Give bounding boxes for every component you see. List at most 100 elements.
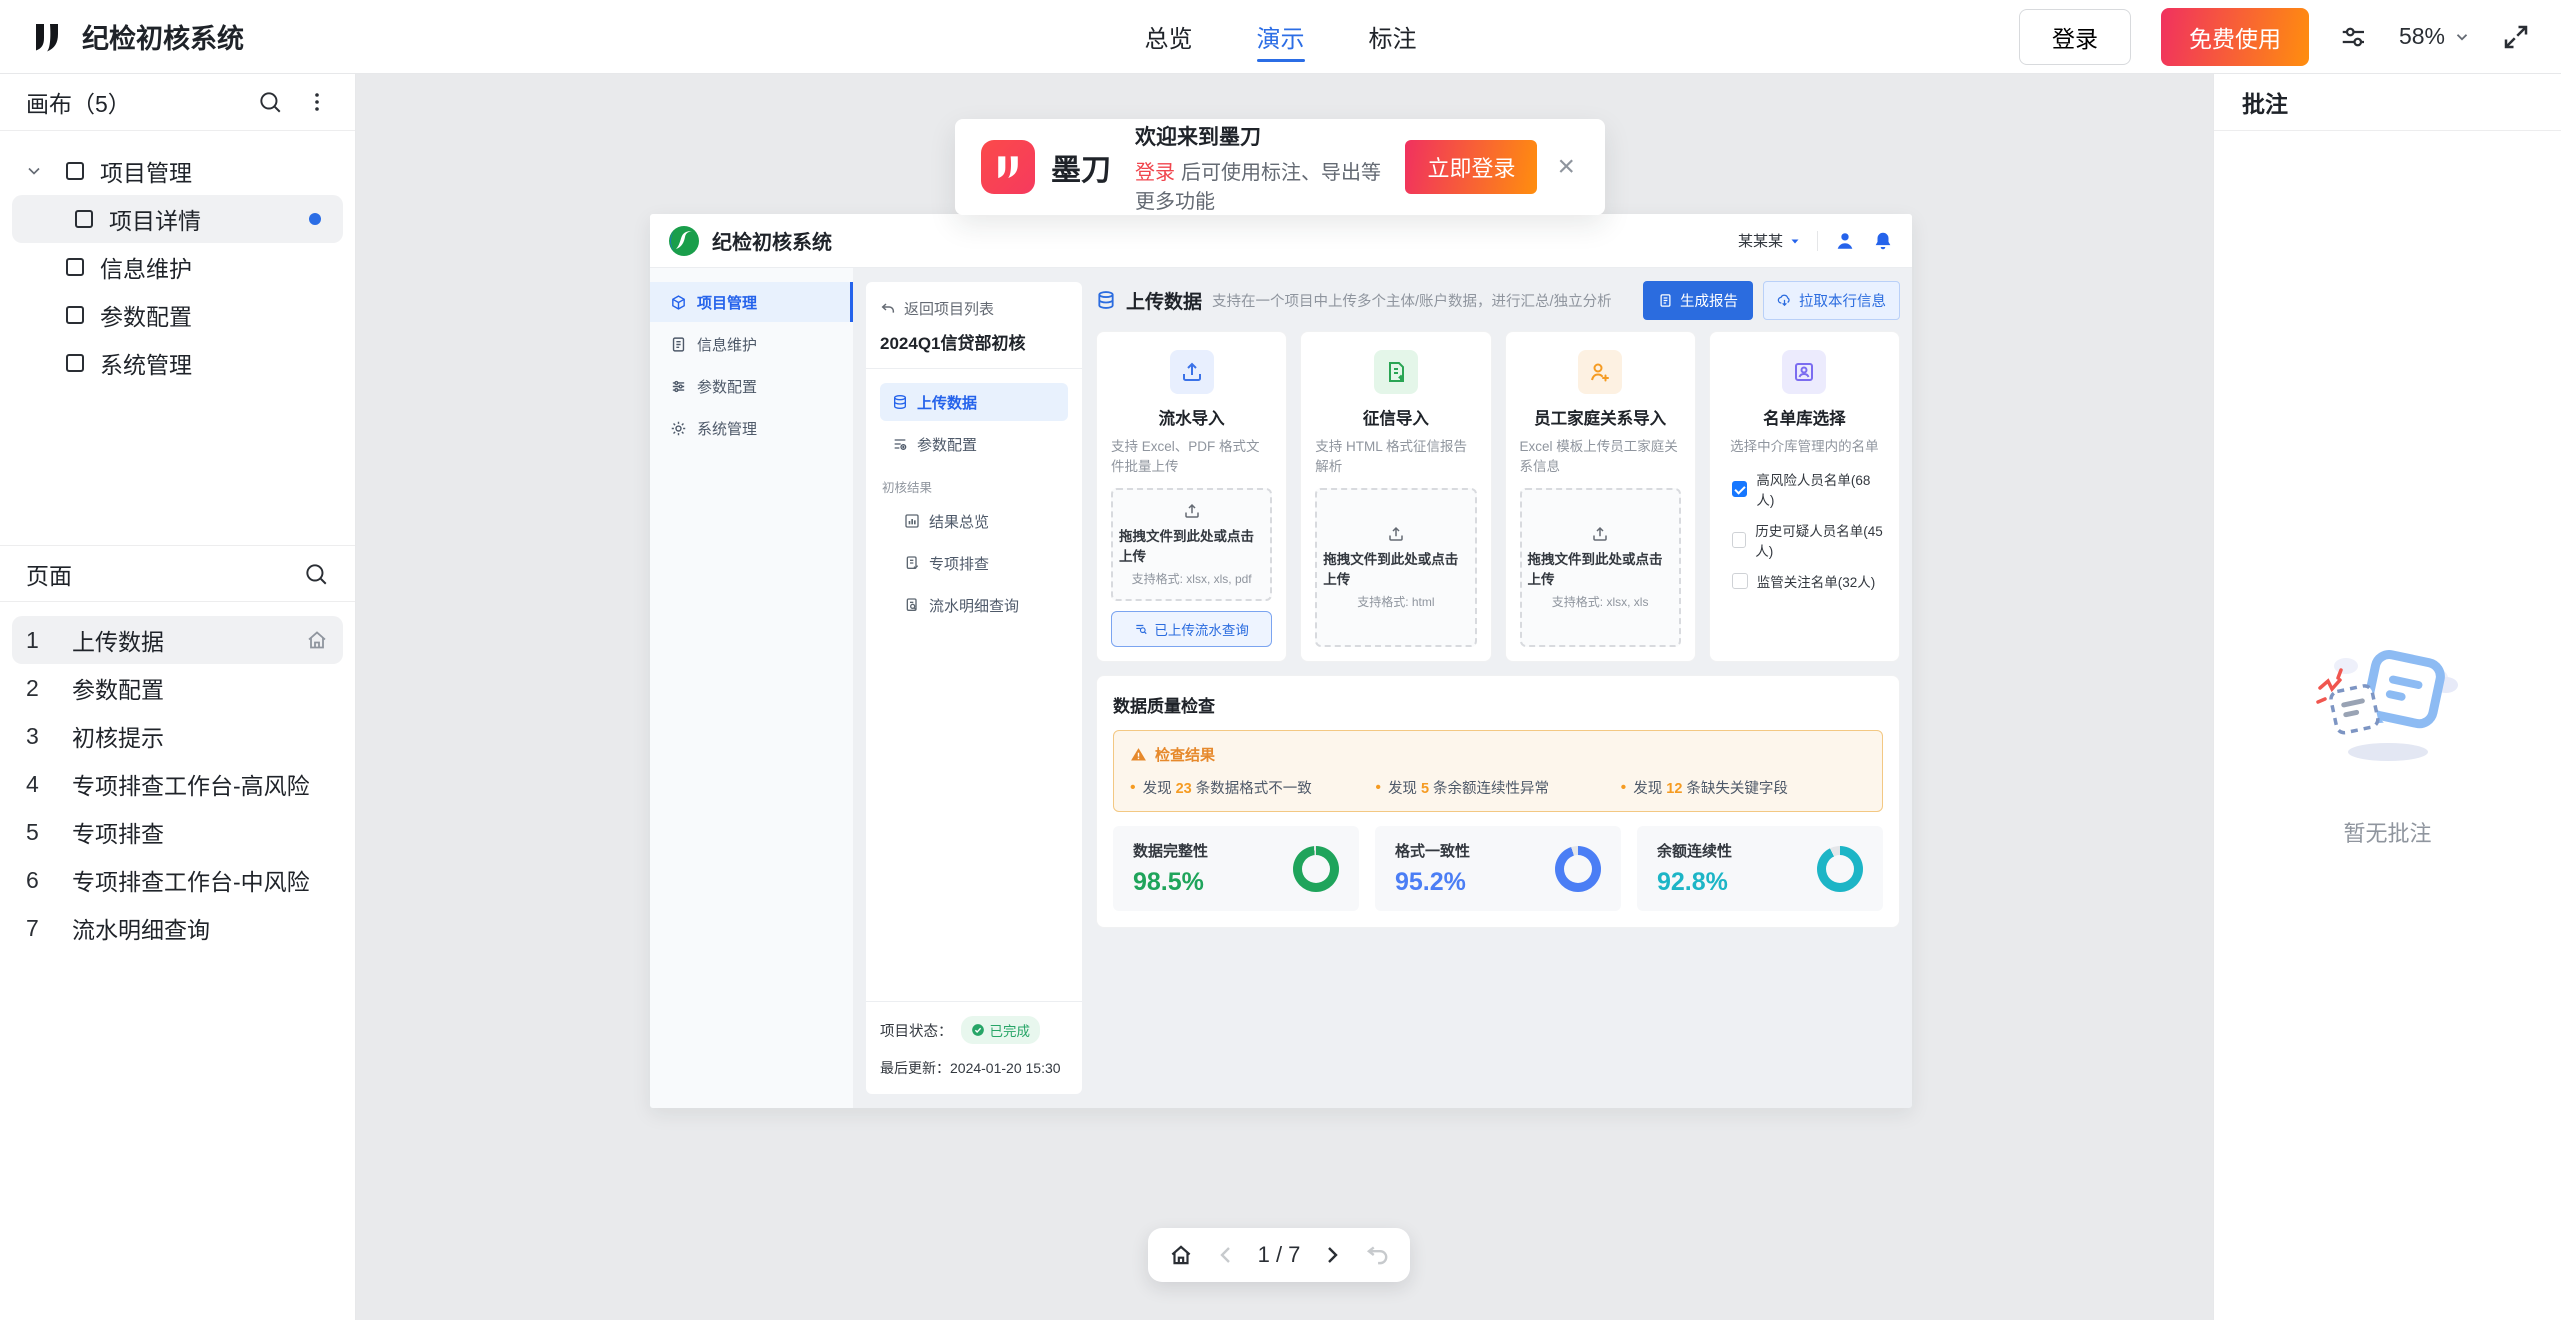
tree-item-info-maintenance[interactable]: 信息维护 <box>12 243 343 291</box>
project-status-label: 项目状态： <box>880 1020 953 1041</box>
uploaded-flow-query-button[interactable]: 已上传流水查询 <box>1111 611 1272 647</box>
project-menu-flow-detail-query[interactable]: 流水明细查询 <box>892 586 1068 624</box>
preview-app-header: 纪检初核系统 某某某 <box>650 214 1912 268</box>
upload-card-list-library: 名单库选择 选择中介库管理内的名单 高风险人员名单(68人) 历史可疑人员名单(… <box>1709 331 1900 662</box>
app-nav-project-management[interactable]: 项目管理 <box>650 282 853 322</box>
document-icon <box>670 336 687 353</box>
metric-format-consistency: 格式一致性 95.2% <box>1375 826 1621 911</box>
user-dropdown[interactable]: 某某某 <box>1738 230 1801 251</box>
document-search-icon <box>904 597 920 613</box>
user-avatar-icon[interactable] <box>1834 230 1856 252</box>
dropzone-credit[interactable]: 拖拽文件到此处或点击上传 支持格式: html <box>1315 488 1476 647</box>
zoom-level-dropdown[interactable]: 58% <box>2399 23 2471 50</box>
checkbox-high-risk-list[interactable]: 高风险人员名单(68人) <box>1732 469 1885 509</box>
chevron-down-icon <box>2453 28 2471 46</box>
upload-card-flow-import: 流水导入 支持 Excel、PDF 格式文件批量上传 拖拽文件到此处或点击上传 … <box>1096 331 1287 662</box>
prototype-preview: 纪检初核系统 某某某 项目管理 信息维护 <box>650 214 1912 1108</box>
notification-bell-icon[interactable] <box>1872 230 1894 252</box>
settings-sliders-icon[interactable] <box>2339 22 2369 52</box>
page-item-3[interactable]: 3 初核提示 <box>12 712 343 760</box>
tab-annotate[interactable]: 标注 <box>1369 0 1417 74</box>
app-title: 纪检初核系统 <box>82 17 244 56</box>
canvas-sidebar: 画布（5） 项目管理 项目详情 <box>0 74 356 1320</box>
back-to-project-list[interactable]: 返回项目列表 <box>880 298 1068 319</box>
page-item-2[interactable]: 2 参数配置 <box>12 664 343 712</box>
checkbox-history-suspect-list[interactable]: 历史可疑人员名单(45人) <box>1732 520 1885 560</box>
checkbox-icon[interactable] <box>1732 573 1748 589</box>
view-tabs: 总览 演示 标注 <box>1145 0 1417 74</box>
upload-tray-icon <box>1170 350 1214 394</box>
page-item-7[interactable]: 7 流水明细查询 <box>12 904 343 952</box>
canvas-tree: 项目管理 项目详情 信息维护 参数配置 系统管理 <box>0 131 355 387</box>
upload-icon <box>1183 502 1201 520</box>
search-icon[interactable] <box>257 89 283 115</box>
free-use-button[interactable]: 免费使用 <box>2161 8 2309 66</box>
last-updated: 最后更新：2024-01-20 15:30 <box>880 1058 1068 1078</box>
project-panel: 返回项目列表 2024Q1信贷部初核 上传数据 参数配置 初核结果 <box>866 282 1082 1094</box>
database-icon <box>892 394 908 410</box>
checkbox-checked-icon[interactable] <box>1732 481 1748 497</box>
list-search-icon <box>1134 622 1148 636</box>
app-nav-parameter-config[interactable]: 参数配置 <box>650 366 853 406</box>
project-menu-special-check[interactable]: 专项排查 <box>892 544 1068 582</box>
upload-card-credit-import: 征信导入 支持 HTML 格式征信报告解析 拖拽文件到此处或点击上传 支持格式:… <box>1300 331 1491 662</box>
app-nav-system-management[interactable]: 系统管理 <box>650 408 853 448</box>
artboard-icon <box>63 351 87 375</box>
project-menu-upload-data[interactable]: 上传数据 <box>880 383 1068 421</box>
restart-icon[interactable] <box>1364 1242 1390 1268</box>
finding-balance-continuity: • 发现5条余额连续性异常 <box>1375 777 1620 798</box>
cube-icon <box>670 294 687 311</box>
tab-overview[interactable]: 总览 <box>1145 0 1193 74</box>
checkbox-icon[interactable] <box>1732 532 1746 548</box>
page-item-1[interactable]: 1 上传数据 <box>12 616 343 664</box>
checkbox-regulator-watch-list[interactable]: 监管关注名单(32人) <box>1732 571 1876 591</box>
page-item-4[interactable]: 4 专项排查工作台-高风险 <box>12 760 343 808</box>
app-nav-info-maintenance[interactable]: 信息维护 <box>650 324 853 364</box>
preview-app-title: 纪检初核系统 <box>712 226 832 255</box>
person-add-icon <box>1578 350 1622 394</box>
next-page-icon[interactable] <box>1320 1243 1344 1267</box>
artboard-icon <box>72 207 96 231</box>
login-now-button[interactable]: 立即登录 <box>1405 140 1537 194</box>
pages-title: 页面 <box>26 557 72 591</box>
annotation-title: 批注 <box>2214 74 2561 131</box>
tree-item-parameter-config[interactable]: 参数配置 <box>12 291 343 339</box>
fetch-bank-info-button[interactable]: 拉取本行信息 <box>1763 281 1900 320</box>
caret-down-icon <box>1789 235 1801 247</box>
dropzone-family[interactable]: 拖拽文件到此处或点击上传 支持格式: xlsx, xls <box>1520 488 1681 647</box>
tree-item-project-detail[interactable]: 项目详情 <box>12 195 343 243</box>
close-icon[interactable]: × <box>1553 150 1579 184</box>
finding-missing-fields: • 发现12条缺失关键字段 <box>1621 777 1866 798</box>
project-menu-result-overview[interactable]: 结果总览 <box>892 502 1068 540</box>
section-title: 上传数据 <box>1126 287 1202 314</box>
tab-demo[interactable]: 演示 <box>1257 0 1305 74</box>
home-icon[interactable] <box>1168 1242 1194 1268</box>
fullscreen-icon[interactable] <box>2501 22 2531 52</box>
dropzone-flow[interactable]: 拖拽文件到此处或点击上传 支持格式: xlsx, xls, pdf <box>1111 488 1272 601</box>
generate-report-button[interactable]: 生成报告 <box>1643 281 1753 320</box>
project-menu-parameter-config[interactable]: 参数配置 <box>880 425 1068 463</box>
page-item-5[interactable]: 5 专项排查 <box>12 808 343 856</box>
search-icon[interactable] <box>303 561 329 587</box>
more-kebab-icon[interactable] <box>305 90 329 114</box>
prev-page-icon[interactable] <box>1214 1243 1238 1267</box>
donut-ring <box>1817 846 1863 892</box>
id-card-icon <box>1782 350 1826 394</box>
gear-icon <box>670 420 687 437</box>
sliders-icon <box>670 378 687 395</box>
page-list: 1 上传数据 2 参数配置 3 初核提示 4 专项排查工作台-高风险 5 专项排… <box>0 602 355 952</box>
login-button[interactable]: 登录 <box>2019 9 2131 65</box>
top-bar: 纪检初核系统 总览 演示 标注 登录 免费使用 58% <box>0 0 2561 74</box>
tree-item-project-management[interactable]: 项目管理 <box>12 147 343 195</box>
project-title: 2024Q1信贷部初核 <box>880 329 1068 354</box>
chevron-down-icon[interactable] <box>24 161 50 181</box>
bar-chart-icon <box>904 513 920 529</box>
metric-data-completeness: 数据完整性 98.5% <box>1113 826 1359 911</box>
tree-item-system-management[interactable]: 系统管理 <box>12 339 343 387</box>
status-badge: 已完成 <box>961 1016 1041 1044</box>
artboard-icon <box>63 303 87 327</box>
mockingbot-logo-icon <box>30 19 66 55</box>
page-item-6[interactable]: 6 专项排查工作台-中风险 <box>12 856 343 904</box>
banner-login-link[interactable]: 登录 <box>1135 162 1175 184</box>
check-circle-icon <box>971 1023 985 1037</box>
